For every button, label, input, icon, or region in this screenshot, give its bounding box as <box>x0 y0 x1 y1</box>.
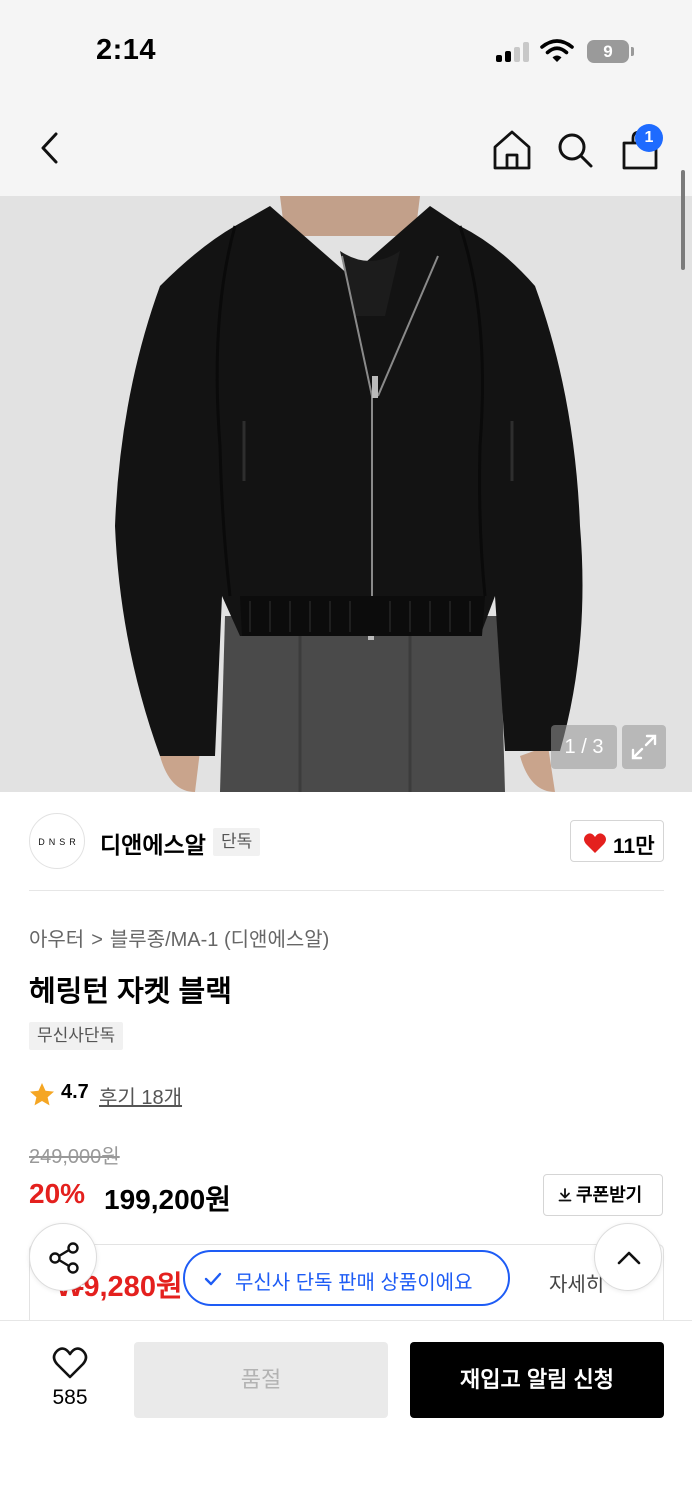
rating-score: 4.7 <box>61 1081 89 1103</box>
home-icon[interactable] <box>491 128 533 172</box>
discount-rate: 20% <box>29 1178 86 1209</box>
chevron-up-icon <box>617 1251 641 1265</box>
restock-alert-button[interactable]: 재입고 알림 신청 <box>410 1342 664 1418</box>
scroll-top-button[interactable] <box>594 1223 662 1291</box>
wifi-icon <box>540 39 574 62</box>
brand-exclusive-tag: 단독 <box>213 828 261 856</box>
product-image[interactable] <box>0 196 692 792</box>
breadcrumb-item-subcategory[interactable]: 블루종/MA-1 (디앤에스알) <box>110 929 329 951</box>
top-nav-bar <box>0 100 692 196</box>
product-title: 헤링턴 자켓 블랙 <box>29 976 232 1008</box>
wishlist-button[interactable]: 585 <box>44 1346 96 1412</box>
breadcrumb: 아우터 > 블루종/MA-1 (디앤에스알) <box>29 923 329 952</box>
wishlist-count: 585 <box>52 1386 88 1409</box>
heart-filled-icon <box>584 833 606 853</box>
soldout-button: 품절 <box>134 1342 388 1418</box>
scrollbar[interactable] <box>681 170 685 270</box>
chevron-left-icon[interactable] <box>32 128 68 168</box>
download-icon <box>558 1188 572 1202</box>
check-icon <box>204 1272 222 1286</box>
toast-text: 무신사 단독 판매 상품이에요 <box>235 1272 473 1294</box>
original-price: 249,000원 <box>29 1146 120 1168</box>
product-photo-jacket <box>0 196 692 792</box>
heart-outline-icon <box>52 1347 88 1379</box>
brand-like-button[interactable]: 11만 <box>570 820 664 862</box>
cart-count-badge: 1 <box>635 124 663 152</box>
brand-logo[interactable]: DNSR <box>29 813 85 869</box>
search-icon[interactable] <box>555 130 595 170</box>
reviews-link[interactable]: 후기 18개 <box>99 1081 182 1110</box>
status-bar: 2:14 9 <box>0 0 692 100</box>
star-icon <box>30 1083 54 1106</box>
image-counter: 1 / 3 <box>551 725 617 769</box>
expand-icon[interactable] <box>622 725 666 769</box>
sale-price: 199,200원 <box>104 1184 231 1215</box>
exclusive-toast: 무신사 단독 판매 상품이에요 <box>183 1250 510 1306</box>
battery-icon: 9 <box>587 40 629 63</box>
brand-like-count: 11만 <box>613 835 655 858</box>
brand-name[interactable]: 디앤에스알 <box>100 826 206 860</box>
breadcrumb-item-category[interactable]: 아우터 <box>29 929 84 951</box>
status-time: 2:14 <box>96 34 157 66</box>
coupon-button[interactable]: 쿠폰받기 <box>543 1174 663 1216</box>
share-button[interactable] <box>29 1223 97 1291</box>
detail-link[interactable]: 자세히 <box>549 1268 604 1297</box>
breadcrumb-separator: > <box>91 929 103 951</box>
cellular-signal-icon <box>496 42 532 62</box>
battery-nub <box>631 47 634 56</box>
exclusive-badge: 무신사단독 <box>29 1022 124 1050</box>
coupon-label: 쿠폰받기 <box>576 1185 643 1205</box>
divider <box>29 890 664 891</box>
share-icon <box>49 1242 79 1274</box>
